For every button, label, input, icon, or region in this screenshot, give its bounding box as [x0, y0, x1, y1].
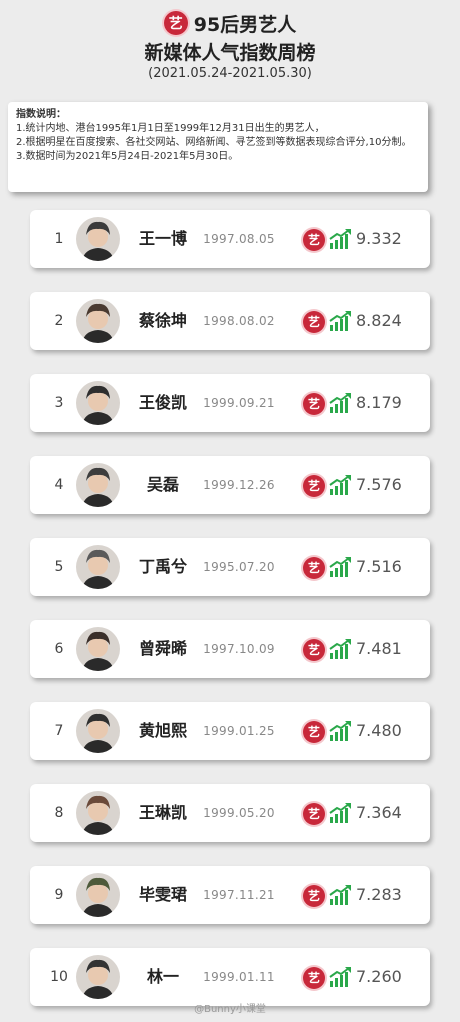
yi-brand-icon: 艺 — [303, 803, 325, 825]
popularity-score: 8.824 — [356, 311, 402, 330]
avatar — [76, 955, 120, 999]
avatar — [76, 791, 120, 835]
popularity-score: 7.260 — [356, 967, 402, 986]
trend-up-icon — [329, 720, 353, 742]
yi-brand-icon: 艺 — [303, 393, 325, 415]
ranking-row[interactable]: 6 曾舜晞 1997.10.09 艺 7.481 — [30, 620, 430, 678]
artist-name: 林一 — [146, 967, 179, 986]
artist-name: 黄旭熙 — [138, 721, 187, 740]
trend-up-icon — [329, 638, 353, 660]
birth-date: 1999.09.21 — [203, 396, 275, 410]
artist-name: 王一博 — [138, 229, 187, 248]
artist-name: 王琳凯 — [138, 803, 187, 822]
avatar — [76, 217, 120, 261]
popularity-score: 7.480 — [356, 721, 402, 740]
yi-brand-icon: 艺 — [303, 639, 325, 661]
avatar — [76, 545, 120, 589]
yi-brand-icon: 艺 — [303, 311, 325, 333]
artist-name: 蔡徐坤 — [138, 311, 187, 330]
avatar — [76, 381, 120, 425]
artist-name: 王俊凯 — [138, 393, 187, 412]
rank-number: 9 — [54, 887, 64, 903]
avatar — [76, 299, 120, 343]
popularity-score: 7.481 — [356, 639, 402, 658]
trend-up-icon — [329, 884, 353, 906]
birth-date: 1999.12.26 — [203, 478, 275, 492]
note-item: 3.数据时间为2021年5月24日-2021年5月30日。 — [16, 151, 239, 162]
index-notes-box: 指数说明： 1.统计内地、港台1995年1月1日至1999年12月31日出生的男… — [8, 102, 428, 192]
ranking-row[interactable]: 3 王俊凯 1999.09.21 艺 8.179 — [30, 374, 430, 432]
ranking-row[interactable]: 7 黄旭熙 1999.01.25 艺 7.480 — [30, 702, 430, 760]
artist-name: 丁禹兮 — [138, 557, 187, 576]
trend-up-icon — [329, 474, 353, 496]
birth-date: 1998.08.02 — [203, 314, 275, 328]
notes-title: 指数说明： — [16, 109, 66, 120]
popularity-score: 7.364 — [356, 803, 402, 822]
ranking-row[interactable]: 2 蔡徐坤 1998.08.02 艺 8.824 — [30, 292, 430, 350]
birth-date: 1999.01.11 — [203, 970, 275, 984]
birth-date: 1997.08.05 — [203, 232, 275, 246]
title-row: 艺 95后男艺人 — [0, 10, 460, 36]
date-range: (2021.05.24-2021.05.30) — [148, 66, 312, 81]
artist-name: 毕雯珺 — [138, 885, 187, 904]
ranking-row[interactable]: 4 吴磊 1999.12.26 艺 7.576 — [30, 456, 430, 514]
yi-brand-icon: 艺 — [303, 475, 325, 497]
rank-number: 4 — [54, 477, 64, 493]
rank-number: 1 — [54, 231, 64, 247]
artist-name: 吴磊 — [146, 475, 179, 494]
trend-up-icon — [329, 392, 353, 414]
brand-logo-icon: 艺 — [163, 11, 188, 35]
artist-name: 曾舜晞 — [138, 639, 187, 658]
yi-brand-icon: 艺 — [303, 885, 325, 907]
birth-date: 1995.07.20 — [203, 560, 275, 574]
trend-up-icon — [329, 228, 353, 250]
page-header: 艺 95后男艺人 新媒体人气指数周榜 (2021.05.24-2021.05.3… — [0, 0, 460, 96]
trend-up-icon — [329, 966, 353, 988]
page-subtitle: 新媒体人气指数周榜 — [144, 42, 316, 64]
note-item: 1.统计内地、港台1995年1月1日至1999年12月31日出生的男艺人， — [16, 123, 325, 134]
rank-number: 10 — [50, 969, 68, 985]
popularity-score: 7.516 — [356, 557, 402, 576]
page-title: 95后男艺人 — [193, 13, 297, 36]
ranking-row[interactable]: 10 林一 1999.01.11 艺 7.260 — [30, 948, 430, 1006]
trend-up-icon — [329, 310, 353, 332]
birth-date: 1999.05.20 — [203, 806, 275, 820]
yi-brand-icon: 艺 — [303, 229, 325, 251]
popularity-score: 8.179 — [356, 393, 402, 412]
birth-date: 1999.01.25 — [203, 724, 275, 738]
rank-number: 3 — [54, 395, 64, 411]
avatar — [76, 463, 120, 507]
yi-brand-icon: 艺 — [303, 721, 325, 743]
trend-up-icon — [329, 556, 353, 578]
ranking-row[interactable]: 9 毕雯珺 1997.11.21 艺 7.283 — [30, 866, 430, 924]
yi-brand-icon: 艺 — [303, 967, 325, 989]
ranking-row[interactable]: 5 丁禹兮 1995.07.20 艺 7.516 — [30, 538, 430, 596]
birth-date: 1997.11.21 — [203, 888, 275, 902]
watermark: @Bunny小课堂 — [194, 1004, 266, 1015]
rank-number: 6 — [54, 641, 64, 657]
avatar — [76, 709, 120, 753]
note-item: 2.根据明星在百度搜索、各社交网站、网络新闻、寻艺签到等数据表现综合评分,10分… — [16, 137, 412, 148]
rank-number: 7 — [54, 723, 64, 739]
rank-number: 5 — [54, 559, 64, 575]
rank-number: 8 — [54, 805, 64, 821]
avatar — [76, 873, 120, 917]
ranking-row[interactable]: 8 王琳凯 1999.05.20 艺 7.364 — [30, 784, 430, 842]
avatar — [76, 627, 120, 671]
trend-up-icon — [329, 802, 353, 824]
yi-brand-icon: 艺 — [303, 557, 325, 579]
popularity-score: 7.576 — [356, 475, 402, 494]
rank-number: 2 — [54, 313, 64, 329]
popularity-score: 9.332 — [356, 229, 402, 248]
popularity-score: 7.283 — [356, 885, 402, 904]
birth-date: 1997.10.09 — [203, 642, 275, 656]
ranking-row[interactable]: 1 王一博 1997.08.05 艺 9.332 — [30, 210, 430, 268]
